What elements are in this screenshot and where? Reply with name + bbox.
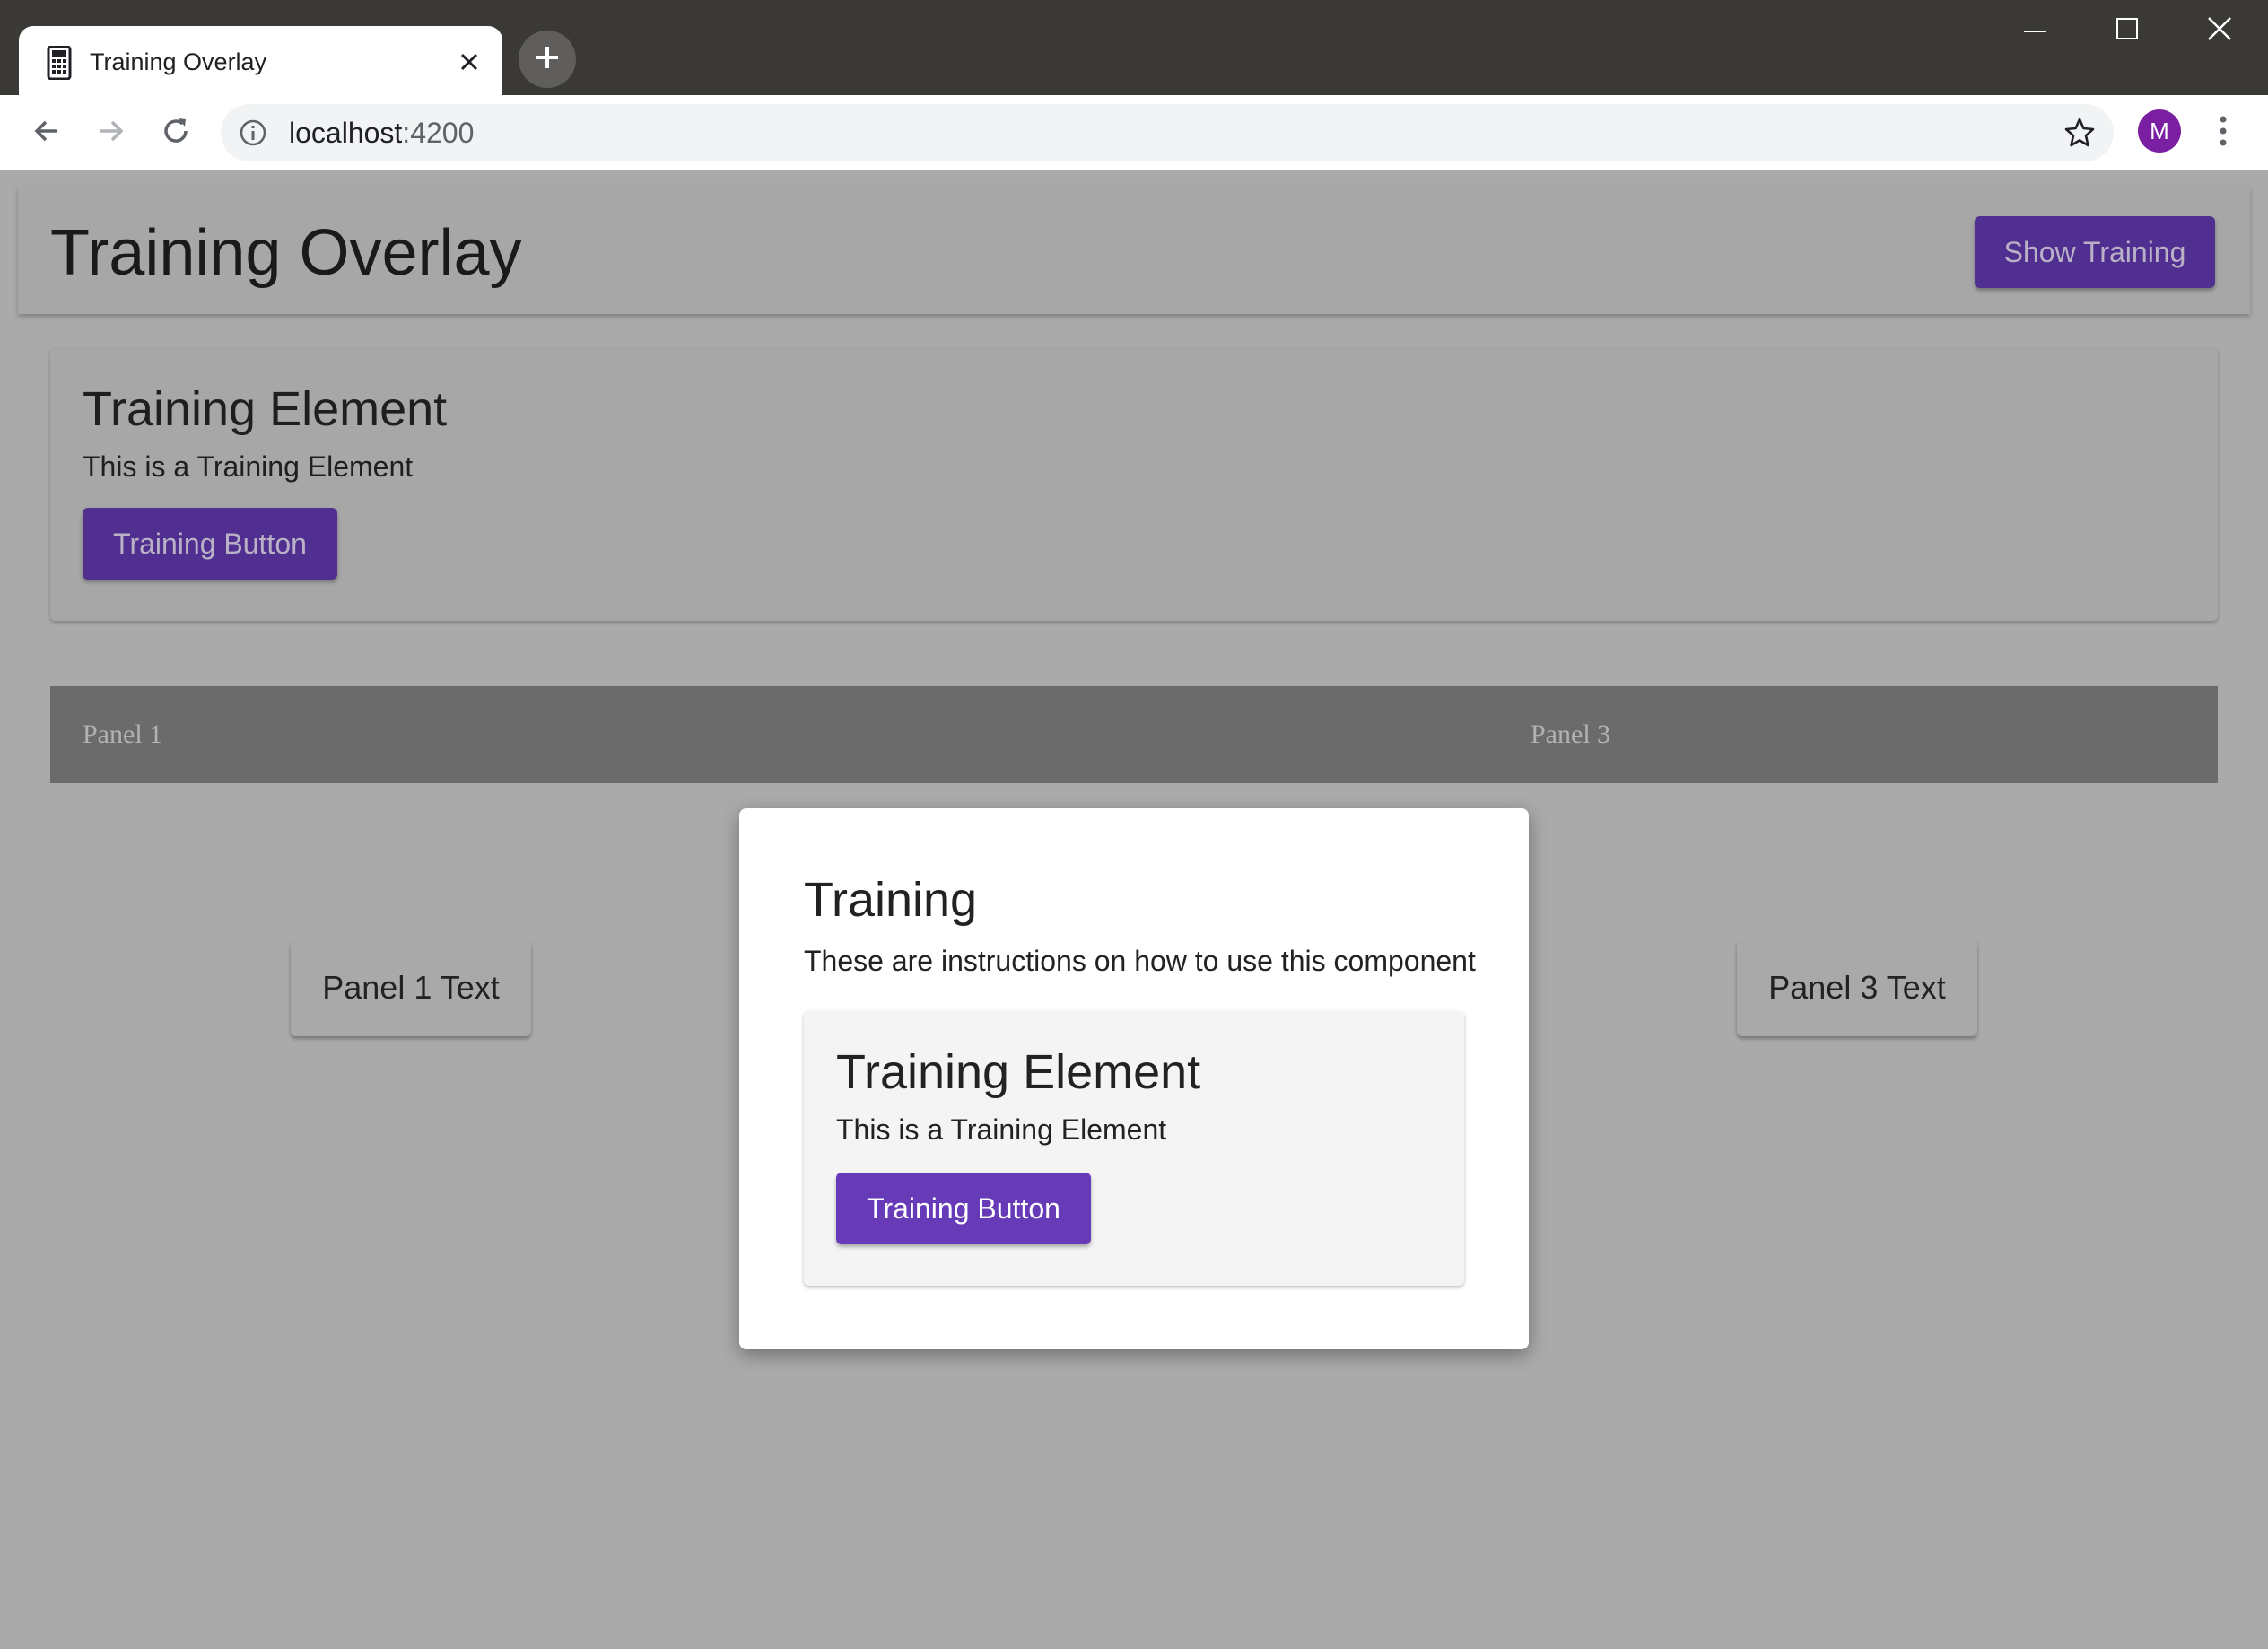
plus-icon bbox=[534, 44, 561, 75]
calculator-icon bbox=[46, 45, 73, 81]
menu-button[interactable] bbox=[2205, 108, 2241, 158]
card-title: Training Element bbox=[83, 382, 448, 436]
url-text: localhost:4200 bbox=[289, 115, 474, 151]
tab-panel-3[interactable]: Panel 3 bbox=[1531, 719, 1610, 751]
close-window-button[interactable] bbox=[2175, 0, 2264, 61]
panel-tabs: Panel 1 Panel 3 bbox=[50, 686, 2218, 783]
info-icon[interactable] bbox=[239, 118, 267, 147]
dialog-description: These are instructions on how to use thi… bbox=[804, 945, 1476, 977]
profile-avatar[interactable]: M bbox=[2138, 109, 2181, 153]
card-text: This is a Training Element bbox=[83, 450, 414, 483]
tab-panel-1[interactable]: Panel 1 bbox=[83, 719, 162, 751]
browser-toolbar: localhost:4200 M bbox=[0, 95, 2268, 171]
browser-tab[interactable]: Training Overlay bbox=[19, 26, 502, 98]
training-button[interactable]: Training Button bbox=[836, 1173, 1091, 1244]
new-tab-button[interactable] bbox=[519, 31, 576, 88]
page-content: Training Overlay Show Training Training … bbox=[0, 170, 2268, 1649]
minimize-icon bbox=[2024, 22, 2046, 39]
back-button[interactable] bbox=[22, 108, 72, 158]
url-host: localhost bbox=[289, 117, 403, 149]
star-icon[interactable] bbox=[2063, 117, 2096, 149]
training-element-card: Training Element This is a Training Elem… bbox=[50, 348, 2218, 621]
highlighted-training-card: Training Element This is a Training Elem… bbox=[804, 1011, 1464, 1286]
browser-titlebar: Training Overlay bbox=[0, 0, 2268, 98]
arrow-right-icon bbox=[97, 117, 126, 150]
tab-title: Training Overlay bbox=[90, 48, 267, 75]
more-vert-icon bbox=[2220, 116, 2227, 151]
app-toolbar: Training Overlay Show Training bbox=[18, 187, 2250, 314]
reload-icon bbox=[161, 116, 191, 151]
arrow-left-icon bbox=[32, 117, 61, 150]
card-text: This is a Training Element bbox=[836, 1113, 1167, 1146]
forward-button[interactable] bbox=[86, 108, 136, 158]
show-training-button[interactable]: Show Training bbox=[1975, 216, 2215, 288]
close-tab-icon[interactable] bbox=[449, 42, 489, 82]
url-port: :4200 bbox=[402, 117, 475, 149]
maximize-button[interactable] bbox=[2082, 0, 2172, 61]
address-bar[interactable]: localhost:4200 bbox=[221, 104, 2114, 161]
dialog-title: Training bbox=[804, 873, 978, 927]
card-title: Training Element bbox=[836, 1045, 1201, 1099]
training-dialog: Training These are instructions on how t… bbox=[739, 808, 1529, 1349]
app-title: Training Overlay bbox=[50, 217, 522, 289]
maximize-icon bbox=[2116, 17, 2138, 44]
training-button[interactable]: Training Button bbox=[83, 508, 337, 580]
minimize-button[interactable] bbox=[1990, 0, 2080, 61]
panel-1-text: Panel 1 Text bbox=[291, 939, 531, 1036]
reload-button[interactable] bbox=[151, 108, 201, 158]
panel-3-text: Panel 3 Text bbox=[1737, 939, 1977, 1036]
close-icon bbox=[2208, 16, 2231, 45]
